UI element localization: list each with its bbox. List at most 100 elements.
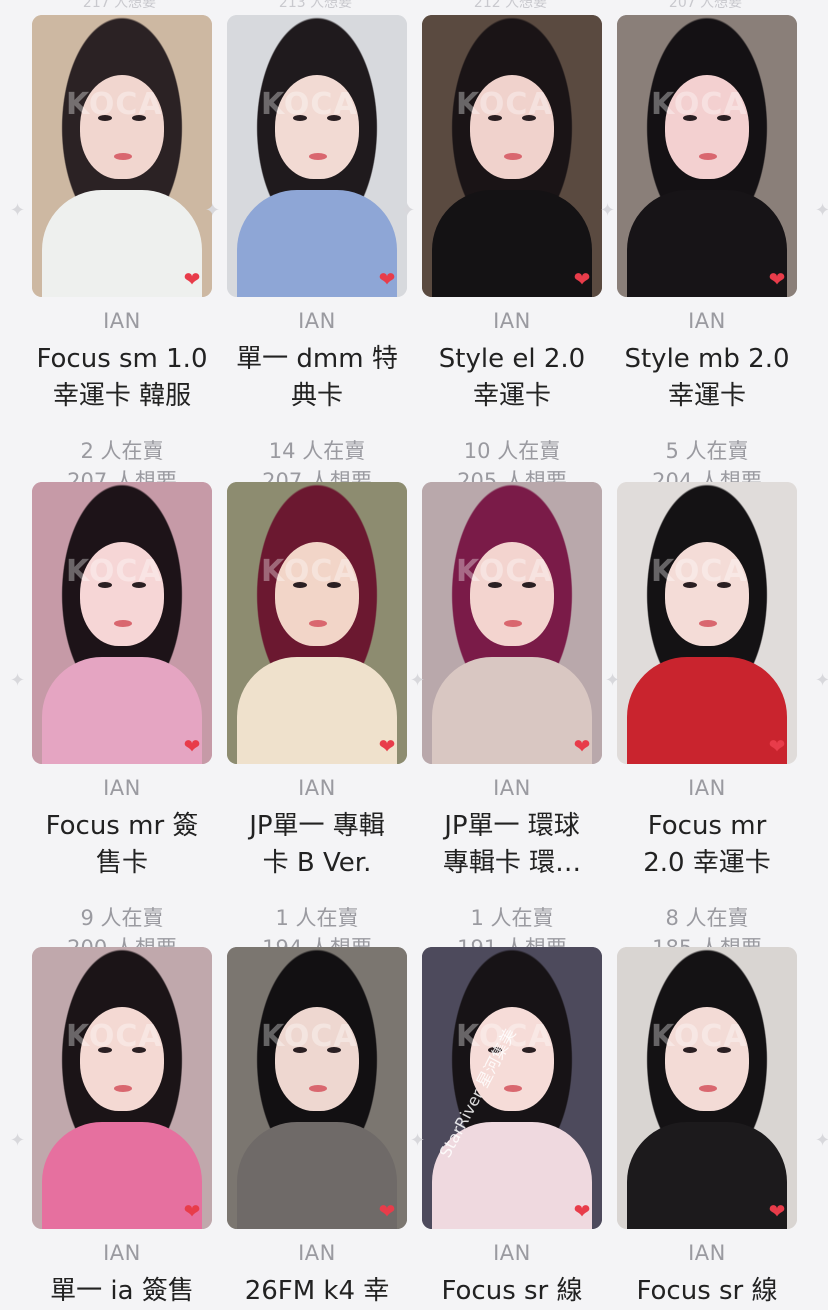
member-name: IAN bbox=[688, 1241, 726, 1265]
card-title-line: Style mb 2.0 bbox=[624, 344, 790, 374]
card-title[interactable]: Style mb 2.0 幸運卡 bbox=[609, 341, 805, 415]
card-title[interactable]: 26FM k4 幸 bbox=[219, 1273, 415, 1310]
card-title[interactable]: JP單一 環球 專輯卡 環… bbox=[414, 808, 610, 882]
member-name: IAN bbox=[298, 776, 336, 800]
photocard-image[interactable]: KOCA ❤ bbox=[227, 947, 407, 1229]
photocard-image[interactable]: KOCA ❤ bbox=[32, 947, 212, 1229]
member-name: IAN bbox=[103, 1241, 141, 1265]
heart-icon[interactable]: ❤ bbox=[572, 736, 592, 756]
photocard-image[interactable]: KOCA ❤ bbox=[422, 482, 602, 764]
card-title-line: 專輯卡 環… bbox=[442, 848, 582, 878]
card-title[interactable]: Style el 2.0 幸運卡 bbox=[414, 341, 610, 415]
photo-lips bbox=[309, 153, 327, 160]
koca-watermark: KOCA bbox=[651, 554, 748, 589]
koca-watermark: KOCA bbox=[651, 1019, 748, 1054]
card-title[interactable]: Focus sr 線 bbox=[414, 1273, 610, 1310]
heart-icon[interactable]: ❤ bbox=[182, 736, 202, 756]
card-title[interactable]: JP單一 專輯 卡 B Ver. bbox=[219, 808, 415, 882]
heart-icon[interactable]: ❤ bbox=[572, 269, 592, 289]
heart-icon[interactable]: ❤ bbox=[377, 269, 397, 289]
card-title[interactable]: 單一 dmm 特 典卡 bbox=[219, 341, 415, 415]
photo-lips bbox=[114, 620, 132, 627]
member-name: IAN bbox=[298, 309, 336, 333]
photo-clothing bbox=[432, 657, 592, 764]
card-title[interactable]: Focus mr 2.0 幸運卡 bbox=[609, 808, 805, 882]
card-title[interactable]: Focus sr 線 bbox=[609, 1273, 805, 1310]
photocard-image[interactable]: KOCA ❤ bbox=[422, 947, 602, 1229]
photo-clothing bbox=[627, 657, 787, 764]
koca-watermark: KOCA bbox=[261, 554, 358, 589]
card-title-line: 幸運卡 bbox=[472, 381, 551, 411]
photocard-image[interactable]: KOCA ❤ bbox=[422, 15, 602, 297]
selling-count: 2 人在賣 bbox=[80, 439, 164, 463]
sparkle-icon: ✦ bbox=[815, 1130, 828, 1151]
card-title[interactable]: Focus sm 1.0 幸運卡 韓服 bbox=[24, 341, 220, 415]
selling-count: 1 人在賣 bbox=[275, 906, 359, 930]
selling-count: 1 人在賣 bbox=[470, 906, 554, 930]
sparkle-icon: ✦ bbox=[10, 670, 26, 691]
member-name: IAN bbox=[688, 309, 726, 333]
photo-clothing bbox=[432, 190, 592, 297]
heart-icon[interactable]: ❤ bbox=[572, 1201, 592, 1221]
koca-watermark: KOCA bbox=[456, 554, 553, 589]
photocard-image[interactable]: KOCA ❤ bbox=[617, 15, 797, 297]
koca-watermark: KOCA bbox=[66, 1019, 163, 1054]
sparkle-icon: ✦ bbox=[605, 670, 621, 691]
selling-count: 9 人在賣 bbox=[80, 906, 164, 930]
card-title-line: 2.0 幸運卡 bbox=[643, 848, 771, 878]
photocard-image[interactable]: KOCA ❤ bbox=[617, 482, 797, 764]
photo-lips bbox=[114, 153, 132, 160]
photo-lips bbox=[504, 153, 522, 160]
photo-lips bbox=[504, 620, 522, 627]
photo-clothing bbox=[237, 1122, 397, 1229]
sparkle-icon: ✦ bbox=[400, 200, 416, 221]
heart-icon[interactable]: ❤ bbox=[767, 1201, 787, 1221]
photo-lips bbox=[699, 620, 717, 627]
card-grid: KOCA ❤ IAN Focus sm 1.0 幸運卡 韓服 2 人在賣 207… bbox=[0, 0, 828, 1306]
photo-lips bbox=[309, 1085, 327, 1092]
photocard-image[interactable]: KOCA ❤ bbox=[227, 15, 407, 297]
photocard-image[interactable]: KOCA ❤ bbox=[32, 482, 212, 764]
heart-icon[interactable]: ❤ bbox=[182, 1201, 202, 1221]
card-title-line: 幸運卡 bbox=[667, 381, 746, 411]
card-title-line: Focus mr 簽 bbox=[45, 811, 199, 841]
member-name: IAN bbox=[103, 776, 141, 800]
sparkle-icon: ✦ bbox=[10, 1130, 26, 1151]
card-title-line: 單一 ia 簽售 bbox=[50, 1276, 194, 1306]
selling-count: 8 人在賣 bbox=[665, 906, 749, 930]
card-title-line: 售卡 bbox=[95, 848, 148, 878]
photo-lips bbox=[114, 1085, 132, 1092]
koca-watermark: KOCA bbox=[651, 87, 748, 122]
card-title-line: Focus sr 線 bbox=[441, 1276, 583, 1306]
card-title[interactable]: 單一 ia 簽售 bbox=[24, 1273, 220, 1310]
koca-watermark: KOCA bbox=[66, 87, 163, 122]
koca-watermark: KOCA bbox=[66, 554, 163, 589]
selling-count: 14 人在賣 bbox=[268, 439, 366, 463]
member-name: IAN bbox=[298, 1241, 336, 1265]
card-title-line: Focus sm 1.0 bbox=[36, 344, 208, 374]
card-title-line: JP單一 專輯 bbox=[249, 811, 385, 841]
card-title-line: Style el 2.0 bbox=[438, 344, 586, 374]
member-name: IAN bbox=[493, 1241, 531, 1265]
heart-icon[interactable]: ❤ bbox=[377, 1201, 397, 1221]
photocard-image[interactable]: KOCA ❤ bbox=[227, 482, 407, 764]
photocard-image[interactable]: KOCA ❤ bbox=[617, 947, 797, 1229]
photo-lips bbox=[699, 153, 717, 160]
sparkle-icon: ✦ bbox=[410, 1130, 426, 1151]
card-title-line: 幸運卡 韓服 bbox=[52, 381, 192, 411]
heart-icon[interactable]: ❤ bbox=[377, 736, 397, 756]
heart-icon[interactable]: ❤ bbox=[767, 736, 787, 756]
sparkle-icon: ✦ bbox=[815, 200, 828, 221]
heart-icon[interactable]: ❤ bbox=[182, 269, 202, 289]
card-title-line: 典卡 bbox=[290, 381, 343, 411]
photo-clothing bbox=[237, 657, 397, 764]
photocard-image[interactable]: KOCA ❤ bbox=[32, 15, 212, 297]
card-title-line: 卡 B Ver. bbox=[262, 848, 372, 878]
photo-clothing bbox=[627, 190, 787, 297]
sparkle-icon: ✦ bbox=[600, 200, 616, 221]
card-title[interactable]: Focus mr 簽 售卡 bbox=[24, 808, 220, 882]
selling-count: 5 人在賣 bbox=[665, 439, 749, 463]
heart-icon[interactable]: ❤ bbox=[767, 269, 787, 289]
card-title-line: 單一 dmm 特 bbox=[236, 344, 398, 374]
photo-lips bbox=[309, 620, 327, 627]
